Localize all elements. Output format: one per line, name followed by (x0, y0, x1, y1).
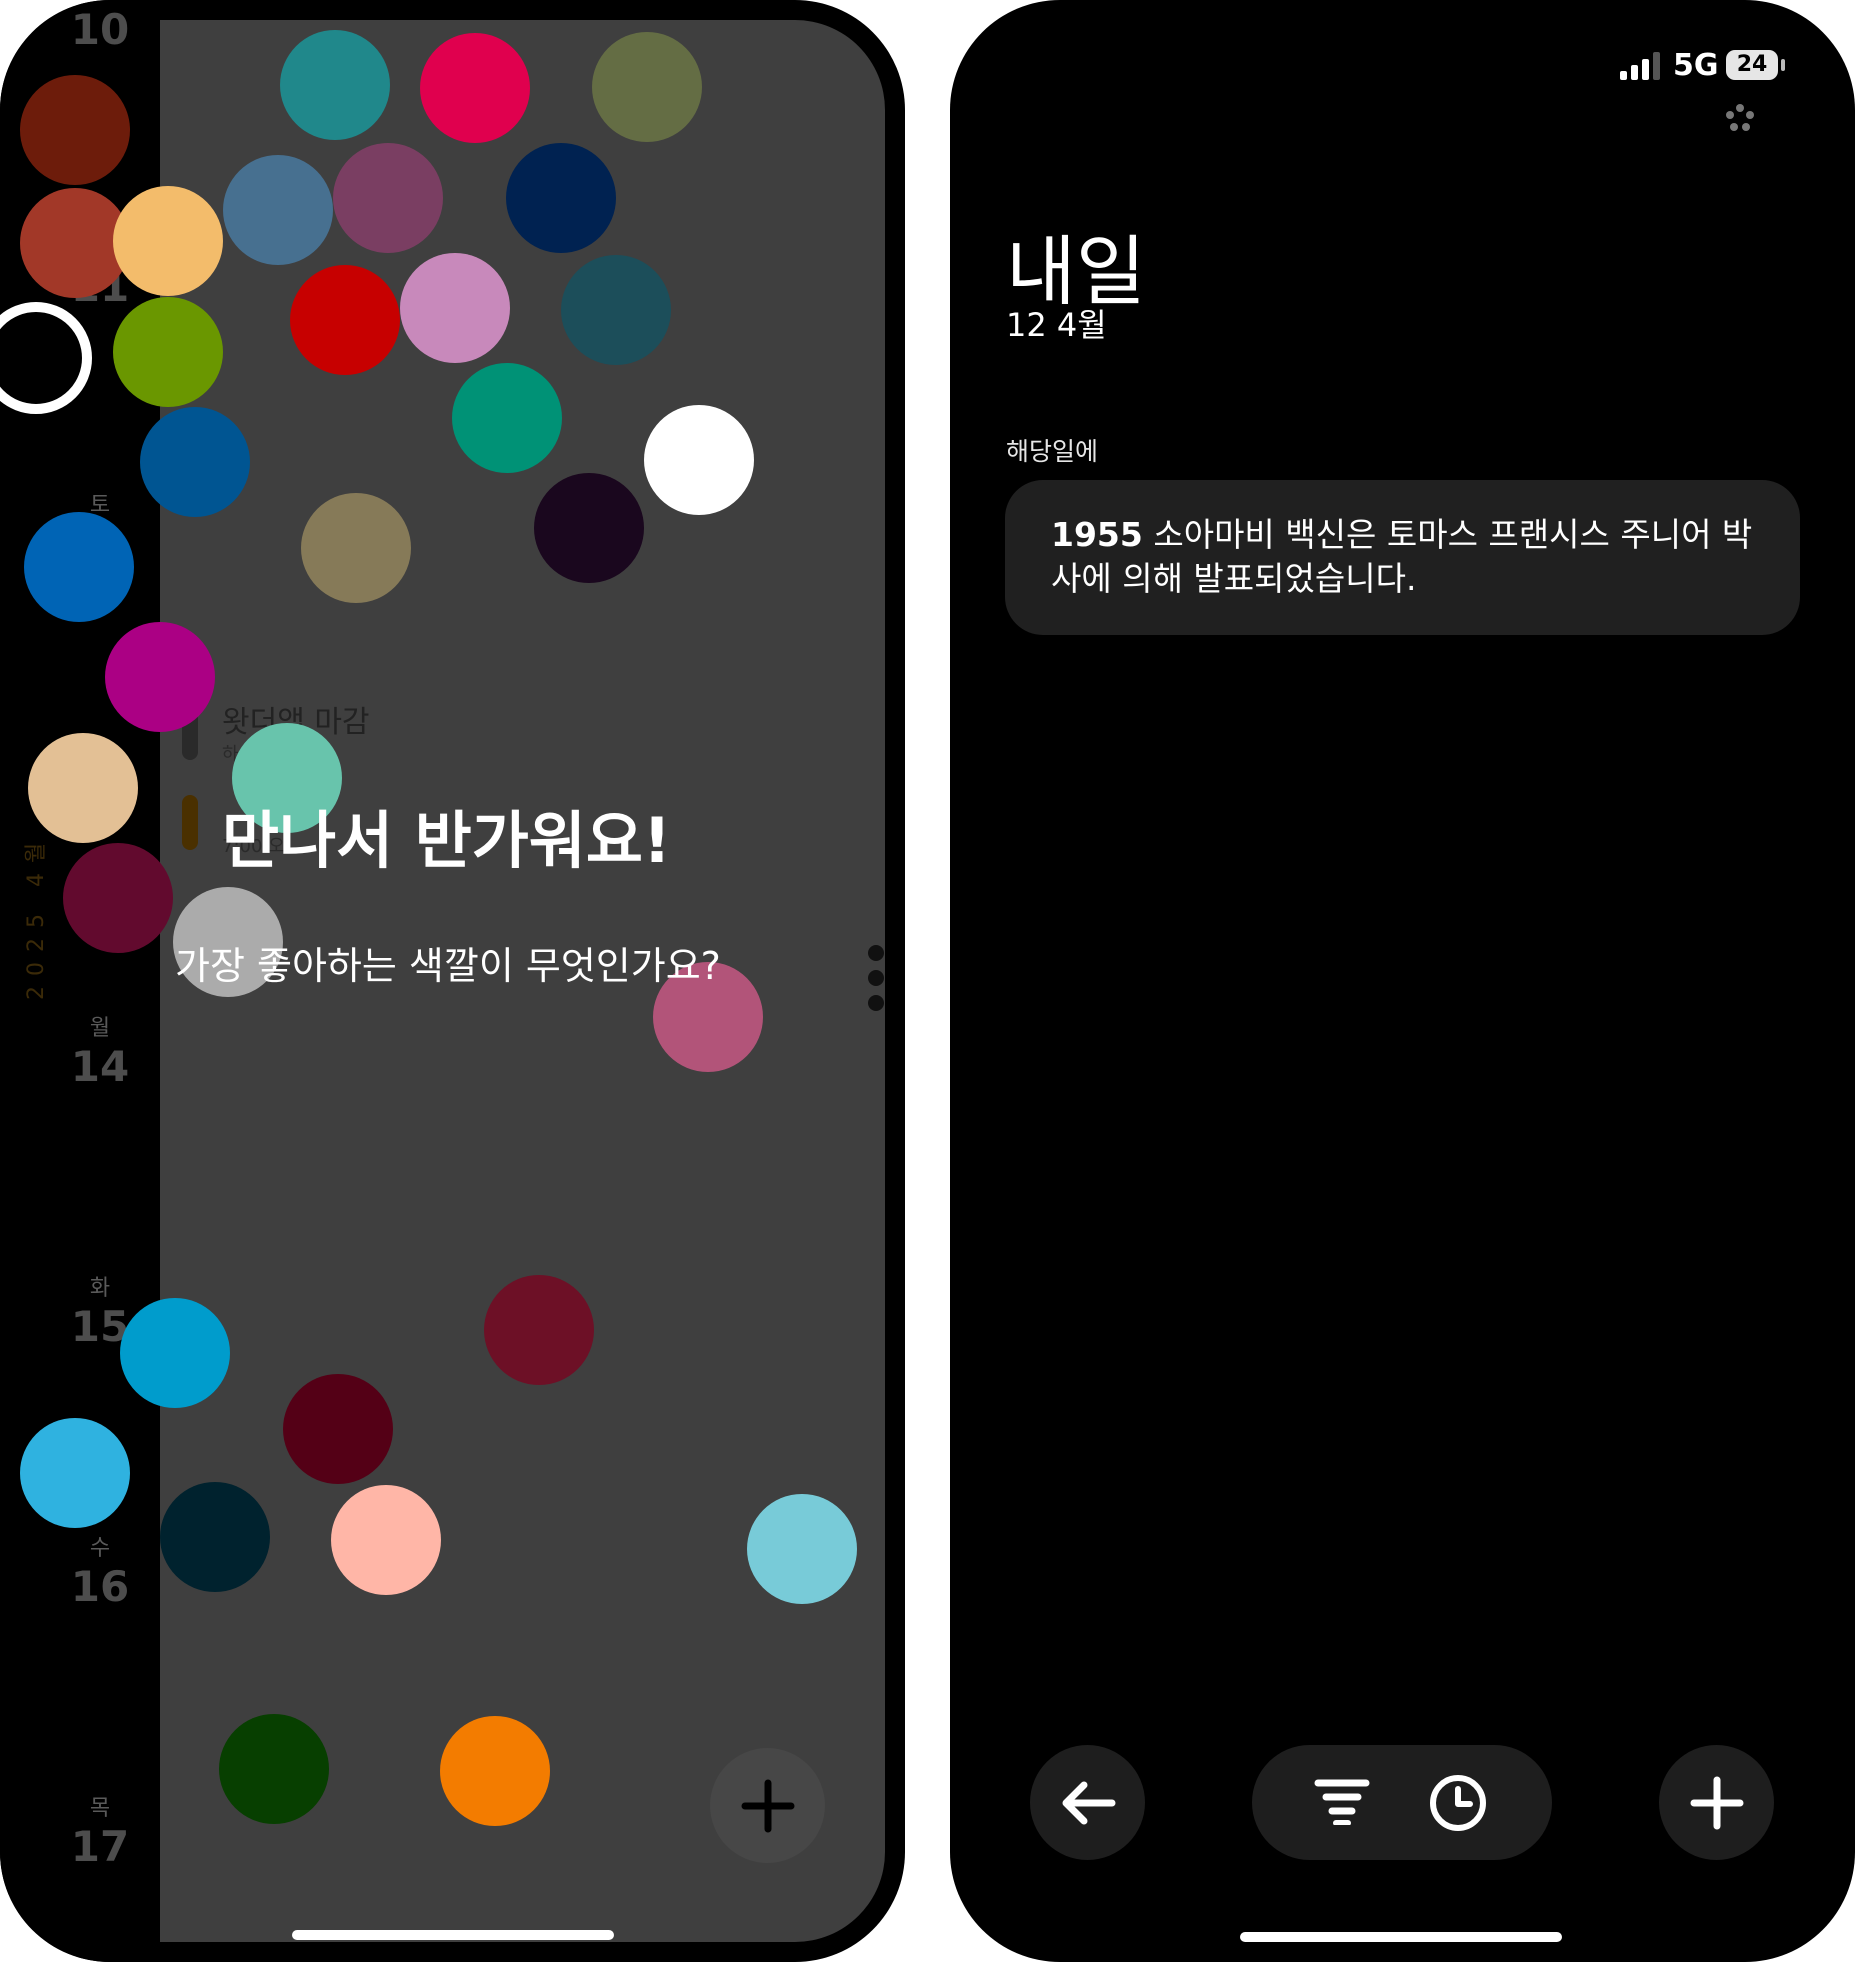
filter-icon[interactable] (1314, 1777, 1370, 1825)
color-swatch[interactable] (484, 1275, 594, 1385)
home-indicator[interactable] (292, 1930, 614, 1940)
battery-icon: 24 (1726, 50, 1778, 80)
color-swatch[interactable] (452, 363, 562, 473)
color-swatch[interactable] (301, 493, 411, 603)
event-color-bar (182, 795, 198, 850)
color-swatch[interactable] (63, 843, 173, 953)
color-swatch[interactable] (420, 33, 530, 143)
plus-icon (1690, 1776, 1743, 1829)
color-swatch[interactable] (400, 253, 510, 363)
fact-year: 1955 (1051, 515, 1143, 554)
fact-body: 소아마비 백신은 토마스 프랜시스 주니어 박사에 의해 발표되었습니다. (1051, 515, 1753, 598)
color-swatch[interactable] (280, 30, 390, 140)
color-swatch[interactable] (105, 622, 215, 732)
color-swatch[interactable] (28, 733, 138, 843)
color-swatch[interactable] (160, 1482, 270, 1592)
arrow-left-icon (1062, 1781, 1115, 1824)
sparkle-icon[interactable] (1725, 104, 1755, 132)
color-swatch[interactable] (561, 255, 671, 365)
month-label-vertical: 2025 4월 (24, 832, 49, 1000)
color-swatch[interactable] (644, 405, 754, 515)
more-handle-icon[interactable] (868, 945, 884, 1020)
fact-text: 1955 소아마비 백신은 토마스 프랜시스 주니어 박사에 의해 발표되었습니… (1051, 513, 1754, 601)
onboarding-screen: 10 11 토 월 14 화 15 수 16 목 17 2025 4월 왓더앱 … (0, 0, 905, 1962)
view-options-pill (1252, 1745, 1552, 1860)
color-swatch[interactable] (120, 1298, 230, 1408)
battery-nub (1781, 59, 1785, 71)
color-swatch[interactable] (20, 1418, 130, 1528)
add-event-button[interactable] (710, 1748, 825, 1863)
back-button[interactable] (1030, 1745, 1145, 1860)
color-swatch[interactable] (219, 1714, 329, 1824)
home-indicator[interactable] (1240, 1932, 1562, 1942)
color-swatch[interactable] (747, 1494, 857, 1604)
color-swatch[interactable] (331, 1485, 441, 1595)
color-swatch[interactable] (113, 186, 223, 296)
day-detail-screen: 5G 24 내일 12 4월 해당일에 1955 소아마비 백신은 토마스 프랜… (950, 0, 1855, 1962)
color-swatch[interactable] (290, 265, 400, 375)
clock-icon[interactable] (1428, 1773, 1488, 1833)
color-swatch[interactable] (592, 32, 702, 142)
color-swatch[interactable] (440, 1716, 550, 1826)
history-fact-card[interactable]: 1955 소아마비 백신은 토마스 프랜시스 주니어 박사에 의해 발표되었습니… (1005, 480, 1800, 635)
signal-icon (1620, 52, 1660, 80)
color-swatch[interactable] (534, 473, 644, 583)
color-swatch[interactable] (223, 155, 333, 265)
color-question: 가장 좋아하는 색깔이 무엇인가요? (175, 944, 721, 988)
page-subtitle: 12 4월 (1006, 306, 1107, 344)
color-swatch[interactable] (283, 1374, 393, 1484)
network-type: 5G (1673, 48, 1719, 83)
color-swatch[interactable] (20, 75, 130, 185)
section-label: 해당일에 (1006, 437, 1099, 466)
greeting-title: 만나서 반가워요! (222, 804, 672, 877)
color-swatch[interactable] (506, 143, 616, 253)
plus-icon (741, 1779, 794, 1832)
color-swatch[interactable] (24, 512, 134, 622)
color-swatch[interactable] (333, 143, 443, 253)
color-swatch[interactable] (140, 407, 250, 517)
add-button[interactable] (1659, 1745, 1774, 1860)
color-swatch[interactable] (113, 297, 223, 407)
